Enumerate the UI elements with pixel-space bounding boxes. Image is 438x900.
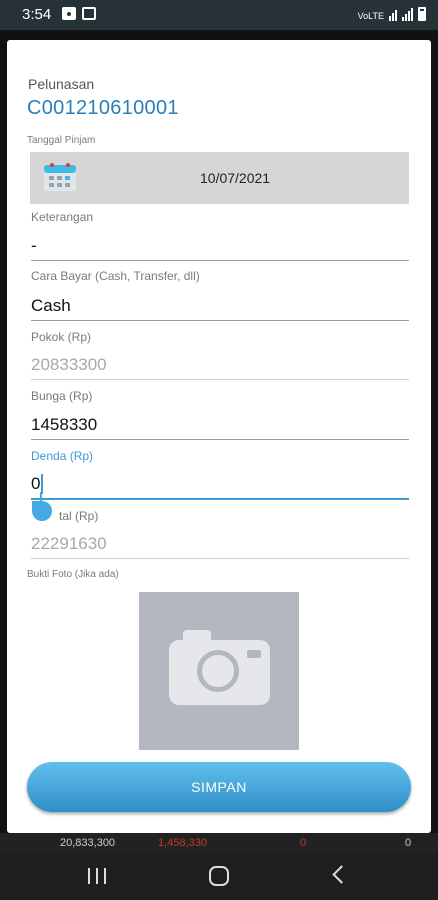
dialog-title: Pelunasan [28,76,95,92]
bunga-value: 1458330 [31,415,98,434]
pokok-label: Pokok (Rp) [31,330,92,344]
pokok-input[interactable]: 20833300 [31,353,409,380]
bg-other: 0 [405,837,412,849]
home-icon[interactable] [209,866,229,886]
denda-input[interactable]: 0 [31,472,409,500]
keterangan-value: - [31,236,37,255]
status-time: 3:54 [22,6,52,23]
bg-bunga: 1,458,330 [158,837,207,849]
text-cursor [41,474,43,494]
volte-icon: VoLTE [357,11,384,21]
total-input[interactable]: 22291630 [31,532,409,559]
bukti-foto-picker[interactable] [139,592,299,750]
tanggal-pinjam-picker[interactable]: 10/07/2021 [30,152,409,204]
denda-label: Denda (Rp) [31,449,94,463]
bukti-foto-label: Bukti Foto (Jika ada) [27,569,119,580]
total-value: 22291630 [31,534,107,553]
navigation-bar [0,853,438,900]
app-notification-icon [82,7,96,20]
cara-bayar-value: Cash [31,296,71,315]
pokok-value: 20833300 [31,355,107,374]
back-icon[interactable] [332,865,351,884]
status-bar: 3:54 VoLTE [0,0,438,30]
recent-apps-icon[interactable] [88,868,106,884]
bg-pokok: 20,833,300 [60,837,116,849]
simpan-button[interactable]: SIMPAN [27,762,411,812]
battery-icon [418,7,426,21]
signal-icon [402,7,413,21]
wifi-icon [389,7,397,21]
denda-value: 0 [31,474,41,493]
loan-code: C001210610001 [27,97,179,119]
bunga-label: Bunga (Rp) [31,389,93,403]
tanggal-pinjam-label: Tanggal Pinjam [27,135,96,146]
calendar-icon [44,163,76,191]
bunga-input[interactable]: 1458330 [31,413,409,440]
background-table-row: 20,833,300 1,458,330 0 0 [0,833,438,853]
cara-bayar-input[interactable]: Cash [31,294,409,321]
pelunasan-dialog: Pelunasan C001210610001 Tanggal Pinjam 1… [7,40,431,833]
keterangan-input[interactable]: - [31,234,409,261]
cara-bayar-label: Cara Bayar (Cash, Transfer, dll) [31,269,200,283]
total-label: tal (Rp) [59,509,99,523]
image-icon [62,7,76,20]
keterangan-label: Keterangan [31,210,94,224]
tanggal-pinjam-value: 10/07/2021 [200,170,271,186]
cursor-handle[interactable] [32,501,52,521]
bg-denda: 0 [300,837,307,849]
